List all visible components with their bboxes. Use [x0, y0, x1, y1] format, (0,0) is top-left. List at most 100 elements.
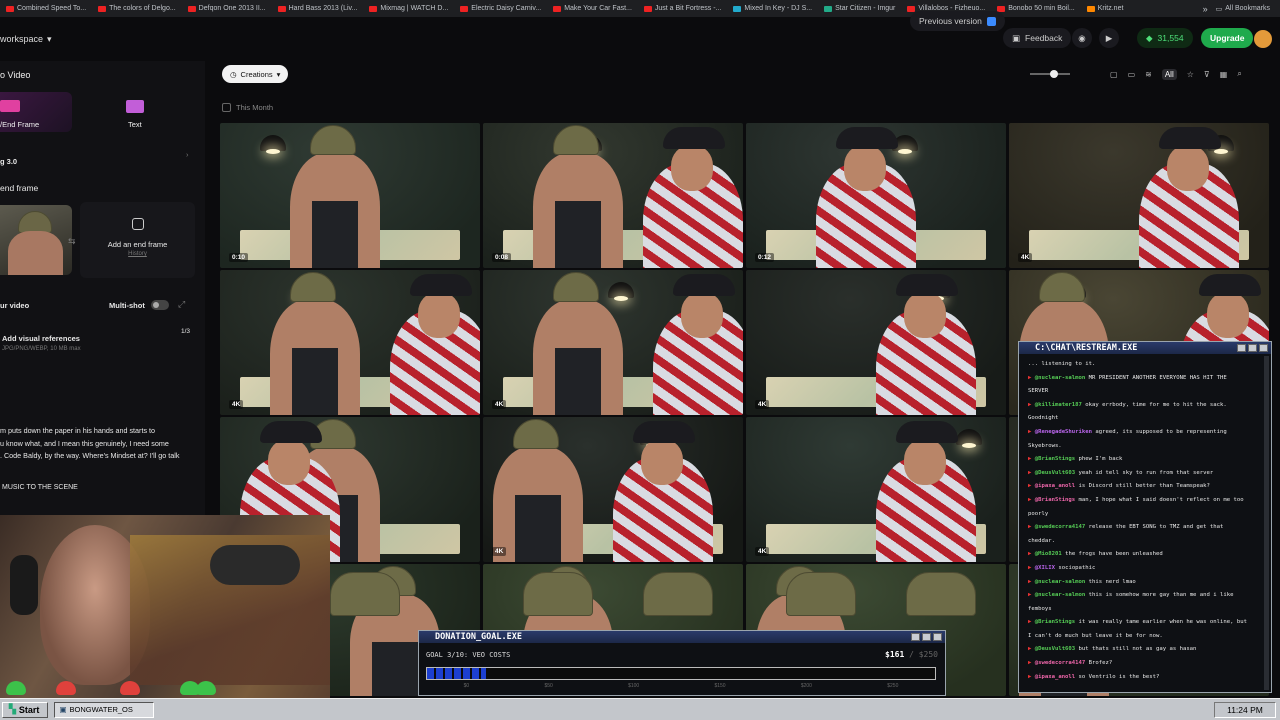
donation-tick: $150 — [714, 683, 726, 689]
youtube-icon[interactable]: ▶ — [1099, 28, 1119, 48]
tab-start-end-frame[interactable]: /End Frame — [0, 92, 72, 132]
duration-label: 4K — [755, 547, 770, 556]
close-button[interactable] — [933, 633, 942, 641]
video-tile[interactable]: 0:10 — [220, 123, 480, 268]
helmet — [523, 572, 593, 616]
bookmark-label: The colors of Delgo... — [109, 5, 176, 12]
minimize-button[interactable] — [1237, 344, 1246, 352]
video-tile[interactable]: 4K — [483, 270, 743, 415]
video-filter-icon[interactable]: ▭ — [1128, 70, 1136, 79]
chat-message: ▶ @nuclear-salmon this nerd lmao — [1028, 576, 1261, 590]
chevron-right-icon[interactable]: › — [186, 150, 189, 159]
chat-message: ▶ @nuclear-salmon this is somehow more g… — [1028, 589, 1261, 603]
add-end-frame-button[interactable]: Add an end frame History — [80, 202, 195, 278]
chat-bubble-icon: ▣ — [1012, 32, 1021, 43]
history-icon: ◷ — [230, 69, 237, 79]
bookmark-item[interactable]: Defqon One 2013 II... — [182, 5, 272, 12]
video-tile[interactable]: 4K — [220, 270, 480, 415]
soldier-figure — [270, 300, 360, 415]
chat-username: @Mio8201 — [1034, 551, 1062, 558]
model-selector[interactable]: g 3.0 — [0, 157, 17, 166]
bookmark-item[interactable]: Combined Speed To... — [0, 5, 92, 12]
video-tile[interactable]: 4K — [746, 270, 1006, 415]
chat-message: ▶ @XILIX sociopathic — [1028, 562, 1261, 576]
chat-username: @swedecorra4147 — [1034, 660, 1086, 667]
video-tile[interactable]: 0:08 — [483, 123, 743, 268]
chat-text: this nerd lmao — [1088, 578, 1136, 585]
search-icon[interactable]: ⌕ — [1237, 69, 1241, 79]
bookmark-item[interactable]: Electric Daisy Carniv... — [454, 5, 547, 12]
prompt-text[interactable]: m puts down the paper in his hands and s… — [0, 425, 179, 463]
chat-text: Skyebrows. — [1028, 442, 1062, 449]
bookmark-item[interactable]: Kritz.net — [1081, 5, 1130, 12]
star-icon[interactable]: ☆ — [1187, 70, 1194, 79]
maximize-button[interactable] — [1248, 344, 1257, 352]
chat-username: @XILIX — [1034, 564, 1055, 571]
bookmarks-overflow-button[interactable]: » — [1195, 4, 1216, 14]
select-checkbox[interactable] — [222, 103, 231, 112]
all-filter[interactable]: All — [1161, 68, 1177, 80]
chat-text: but thats still not as gay as hasan — [1078, 646, 1197, 653]
credits-badge[interactable]: ◆ 31,554 — [1137, 28, 1193, 48]
bookmark-item[interactable]: Bonobo 50 min Boil... — [991, 5, 1081, 12]
minimize-button[interactable] — [911, 633, 920, 641]
duration-label: 0:10 — [229, 253, 249, 262]
audio-filter-icon[interactable]: ≋ — [1145, 70, 1152, 79]
upgrade-button[interactable]: Upgrade — [1201, 28, 1254, 48]
close-button[interactable] — [1259, 344, 1268, 352]
bookmark-favicon-icon — [1086, 5, 1095, 12]
image-filter-icon[interactable]: ▢ — [1110, 70, 1118, 79]
frog-emote — [6, 681, 26, 695]
chat-text: so Ventrilo is the best? — [1078, 673, 1160, 680]
chat-username: @BrianStings — [1034, 619, 1076, 626]
duration-label: 4K — [229, 400, 244, 409]
visual-references-count: 1/3 — [181, 328, 191, 335]
tab-text[interactable]: Text — [100, 92, 172, 132]
bookmark-item[interactable]: Star Citizen - Imgur — [818, 5, 901, 12]
previous-version-button[interactable]: Previous version — [910, 11, 1005, 31]
maximize-button[interactable] — [922, 633, 931, 641]
this-month-group[interactable]: This Month — [222, 103, 273, 112]
expand-icon[interactable]: ⤢ — [178, 299, 185, 310]
multi-shot-toggle[interactable] — [151, 300, 169, 310]
bookmark-item[interactable]: Just a Bit Fortress -... — [638, 5, 728, 12]
feedback-label: Feedback — [1025, 33, 1063, 43]
donation-tick: $100 — [628, 683, 640, 689]
chat-messages: ... listening to it. ▶ @nuclear-salmon MR… — [1019, 354, 1271, 684]
panel-title: o Video — [0, 70, 31, 80]
discord-icon[interactable]: ◉ — [1072, 28, 1092, 48]
taskbar-item[interactable]: ▣ BONGWATER_OS — [54, 701, 155, 718]
bookmark-item[interactable]: The colors of Delgo... — [92, 5, 182, 12]
chat-text: poorly — [1028, 510, 1049, 517]
chat-title-bar[interactable]: C:\CHAT\RESTREAM.EXE — [1019, 342, 1271, 354]
funnel-icon[interactable]: ⊽ — [1204, 70, 1210, 79]
bookmark-item[interactable]: Mixmag | WATCH D... — [363, 5, 454, 12]
grid-icon[interactable]: ▦ — [1220, 70, 1228, 79]
chat-scrollbar[interactable] — [1264, 356, 1269, 690]
add-image-icon — [131, 218, 144, 230]
zoom-slider[interactable] — [1030, 70, 1070, 78]
workspace-selector[interactable]: workspace ▾ — [0, 34, 52, 45]
start-button[interactable]: ▚ Start — [2, 701, 49, 718]
video-tile[interactable]: 4K — [483, 417, 743, 562]
feedback-button[interactable]: ▣ Feedback — [1003, 28, 1072, 48]
chat-username: @nuclear-salmon — [1034, 374, 1086, 381]
history-link[interactable]: History — [80, 251, 195, 257]
video-tile[interactable]: 4K — [1009, 123, 1269, 268]
frames-icon — [0, 100, 20, 112]
donation-title-bar[interactable]: DONATION_GOAL.EXE — [419, 631, 945, 643]
bookmark-item[interactable]: Make Your Car Fast... — [547, 5, 638, 12]
all-bookmarks-button[interactable]: ▭ All Bookmarks — [1216, 5, 1280, 13]
bookmark-item[interactable]: Mixed In Key - DJ S... — [727, 5, 818, 12]
platform-icon: ▶ — [1028, 564, 1035, 571]
avatar[interactable] — [1254, 30, 1272, 48]
video-tile[interactable]: 4K — [746, 417, 1006, 562]
chat-username: @killimater187 — [1034, 401, 1082, 408]
creations-filter[interactable]: ◷ Creations ▾ — [222, 65, 289, 83]
video-tile[interactable]: 0:12 — [746, 123, 1006, 268]
start-frame-thumbnail[interactable] — [0, 205, 72, 275]
visual-references-button[interactable]: Add visual references — [2, 334, 80, 343]
swap-icon[interactable]: ⇆ — [68, 236, 76, 247]
donation-amount: $161 / $250 — [885, 650, 938, 659]
bookmark-item[interactable]: Hard Bass 2013 (Liv... — [272, 5, 364, 12]
